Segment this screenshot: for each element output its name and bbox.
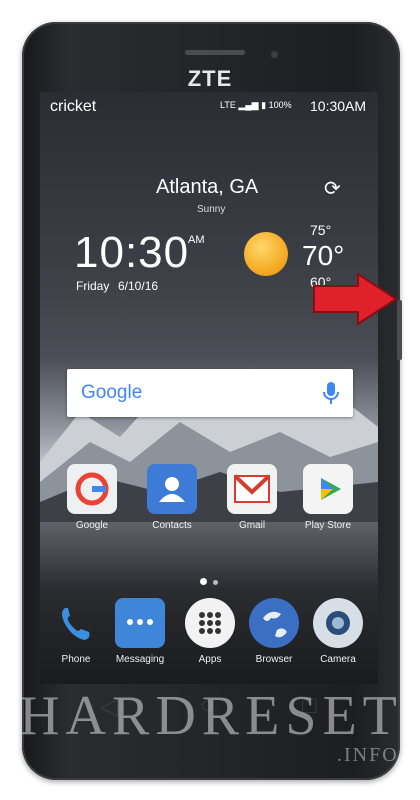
google-search-bar[interactable]: Google bbox=[67, 369, 353, 417]
mic-icon[interactable] bbox=[319, 379, 343, 407]
battery-percent: 100% bbox=[268, 100, 292, 110]
messaging-icon bbox=[115, 598, 165, 648]
watermark-text: HARDRESET bbox=[19, 685, 403, 747]
weather-high: 75° bbox=[310, 222, 332, 238]
app-label: Contacts bbox=[152, 520, 192, 531]
globe-icon bbox=[249, 598, 299, 648]
app-gmail[interactable]: Gmail bbox=[216, 464, 288, 531]
app-label: Google bbox=[75, 520, 109, 531]
app-contacts[interactable]: Contacts bbox=[136, 464, 208, 531]
brand-logo: ZTE bbox=[187, 66, 233, 91]
gmail-icon bbox=[227, 464, 277, 514]
page-dot bbox=[213, 580, 218, 585]
status-icons: LTE ▂▄▆ ▮ 100% bbox=[220, 100, 292, 111]
app-play-store[interactable]: Play Store bbox=[292, 464, 364, 531]
sun-icon[interactable] bbox=[244, 232, 288, 276]
clock-ampm: AM bbox=[188, 234, 205, 246]
app-label: Gmail bbox=[238, 520, 266, 531]
camera-icon bbox=[313, 598, 363, 648]
app-label: Phone bbox=[61, 654, 91, 665]
front-camera bbox=[269, 49, 280, 60]
clock-day: Friday bbox=[76, 279, 110, 293]
dock-messaging[interactable]: Messaging bbox=[104, 598, 176, 665]
status-bar: cricket LTE ▂▄▆ ▮ 100% 10:30AM bbox=[40, 92, 378, 118]
dock-apps[interactable]: Apps bbox=[174, 598, 246, 665]
home-screen: cricket LTE ▂▄▆ ▮ 100% 10:30AM Atlanta, … bbox=[40, 92, 378, 684]
dock-phone[interactable]: Phone bbox=[40, 598, 112, 665]
play-store-icon bbox=[303, 464, 353, 514]
google-logo: Google bbox=[81, 382, 143, 403]
clock-date: 6/10/16 bbox=[118, 279, 159, 293]
red-arrow-pointer bbox=[313, 272, 398, 326]
app-google[interactable]: Google bbox=[56, 464, 128, 531]
app-label: Play Store bbox=[304, 520, 352, 531]
dock-camera[interactable]: Camera bbox=[302, 598, 374, 665]
dock-browser[interactable]: Browser bbox=[238, 598, 310, 665]
app-label: Browser bbox=[255, 654, 293, 665]
app-label: Messaging bbox=[115, 654, 165, 665]
signal-icon: ▂▄▆ bbox=[238, 100, 259, 110]
battery-icon: ▮ bbox=[261, 100, 267, 110]
page-dot-active bbox=[200, 578, 207, 585]
apps-grid-icon bbox=[185, 598, 235, 648]
lte-icon: LTE bbox=[220, 100, 236, 110]
page-indicator bbox=[200, 572, 224, 590]
phone-icon bbox=[51, 598, 101, 648]
weather-city[interactable]: Atlanta, GA bbox=[156, 176, 258, 199]
clock-time[interactable]: 10:30 bbox=[74, 228, 189, 278]
weather-condition: Sunny bbox=[197, 204, 226, 215]
contacts-icon bbox=[147, 464, 197, 514]
app-label: Apps bbox=[198, 654, 222, 665]
app-label: Camera bbox=[320, 654, 356, 665]
carrier-label: cricket bbox=[50, 98, 97, 115]
status-time: 10:30AM bbox=[310, 98, 367, 114]
weather-temp: 70° bbox=[302, 240, 345, 271]
google-app-icon bbox=[67, 464, 117, 514]
earpiece-speaker bbox=[185, 50, 245, 55]
watermark-suffix: .INFO bbox=[337, 744, 399, 766]
refresh-icon[interactable]: ⟳ bbox=[324, 176, 341, 201]
